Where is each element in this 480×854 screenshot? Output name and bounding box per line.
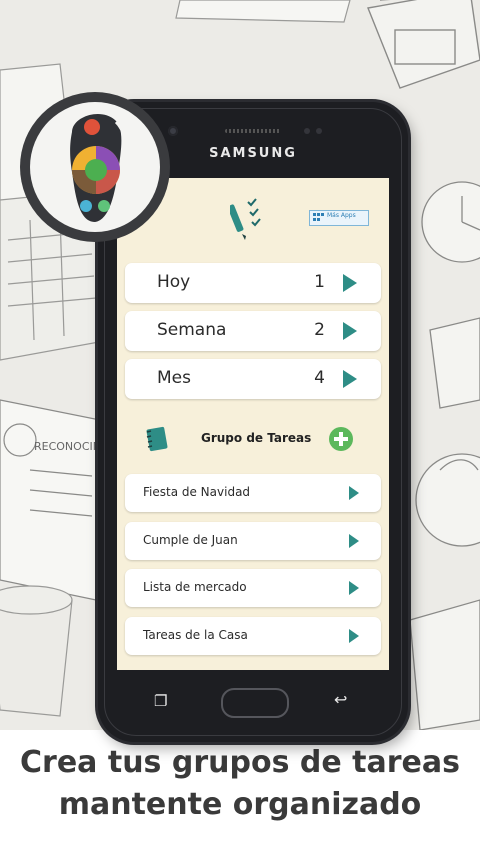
play-arrow-icon	[349, 629, 359, 643]
play-arrow-icon	[343, 322, 357, 340]
period-count: 4	[314, 368, 325, 388]
app-screen: Más Apps Hoy 1 Semana 2 Mes 4 Grupo de T…	[117, 178, 389, 670]
group-row-tareas-de-la-casa[interactable]: Tareas de la Casa	[125, 617, 381, 655]
promo-caption: Crea tus grupos de tareas mantente organ…	[0, 742, 480, 826]
recent-apps-icon[interactable]: ❐	[154, 694, 172, 709]
promo-line-2: mantente organizado	[58, 787, 422, 822]
light-sensor	[316, 128, 322, 134]
group-label: Fiesta de Navidad	[143, 485, 251, 499]
group-label: Tareas de la Casa	[143, 628, 248, 642]
group-row-lista-de-mercado[interactable]: Lista de mercado	[125, 569, 381, 607]
remote-control-app-icon	[20, 92, 170, 242]
play-arrow-icon	[349, 534, 359, 548]
group-label: Cumple de Juan	[143, 533, 238, 547]
period-row-semana[interactable]: Semana 2	[125, 311, 381, 351]
more-apps-label: Más Apps	[327, 212, 356, 219]
back-arrow-icon[interactable]: ↩	[334, 692, 354, 708]
period-count: 1	[314, 272, 325, 292]
group-header: Grupo de Tareas	[125, 424, 381, 454]
period-label: Hoy	[157, 272, 191, 292]
remote-graphic	[70, 113, 128, 222]
notebook-icon	[146, 426, 168, 452]
group-title: Grupo de Tareas	[201, 431, 312, 445]
play-arrow-icon	[349, 581, 359, 595]
period-label: Semana	[157, 320, 227, 340]
play-arrow-icon	[349, 486, 359, 500]
svg-text:RECONOCIMI: RECONOCIMI	[34, 440, 105, 453]
period-row-hoy[interactable]: Hoy 1	[125, 263, 381, 303]
period-label: Mes	[157, 368, 191, 388]
period-row-mes[interactable]: Mes 4	[125, 359, 381, 399]
earpiece-speaker	[225, 129, 281, 133]
group-row-fiesta-de-navidad[interactable]: Fiesta de Navidad	[125, 474, 381, 512]
promo-line-1: Crea tus grupos de tareas	[20, 745, 460, 780]
add-group-button[interactable]	[329, 427, 353, 451]
home-button[interactable]	[221, 688, 289, 718]
play-arrow-icon	[343, 274, 357, 292]
pen-checklist-icon	[230, 198, 261, 240]
proximity-sensor	[304, 128, 310, 134]
period-count: 2	[314, 320, 325, 340]
more-apps-button[interactable]: Más Apps	[309, 210, 369, 226]
apps-grid-icon	[313, 213, 324, 221]
play-arrow-icon	[343, 370, 357, 388]
group-label: Lista de mercado	[143, 580, 247, 594]
group-row-cumple-de-juan[interactable]: Cumple de Juan	[125, 522, 381, 560]
